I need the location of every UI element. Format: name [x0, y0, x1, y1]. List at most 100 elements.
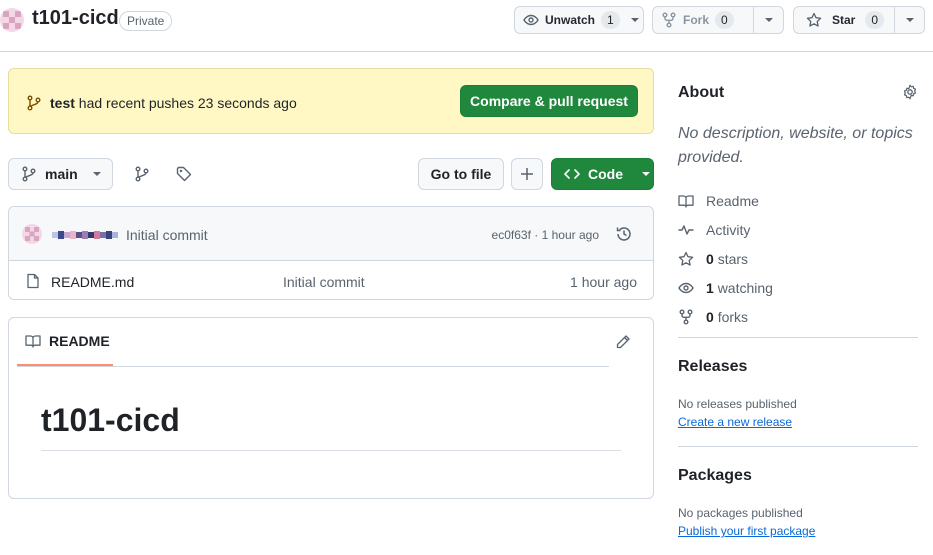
meta-separator: · — [534, 228, 539, 242]
stars-count: 0 — [706, 250, 714, 267]
star-button-group: Star 0 — [793, 6, 925, 34]
tab-readme[interactable]: README — [17, 318, 113, 366]
publish-package-link[interactable]: Publish your first package — [678, 524, 815, 538]
watch-dropdown-button[interactable] — [628, 7, 643, 33]
unwatch-button[interactable]: Unwatch 1 — [515, 7, 628, 33]
releases-note: No releases published — [678, 397, 797, 411]
unwatch-label: Unwatch — [545, 13, 596, 27]
book-icon — [678, 194, 694, 208]
star-counter: 0 — [865, 11, 885, 29]
sidebar-item-label: stars — [717, 250, 749, 267]
tag-icon[interactable] — [176, 166, 192, 182]
sidebar-item-stars[interactable]: 0 stars — [678, 244, 918, 273]
readme-header-divider — [17, 366, 609, 367]
watch-counter: 1 — [601, 11, 620, 29]
sidebar-item-watching[interactable]: 1 watching — [678, 273, 918, 302]
watch-button-group: Unwatch 1 — [514, 6, 644, 34]
sidebar-item-text: 0 stars — [706, 251, 748, 267]
caret-down-icon — [631, 18, 640, 22]
star-label: Star — [832, 13, 856, 27]
plus-icon — [521, 168, 533, 180]
file-commit-message[interactable]: Initial commit — [283, 274, 365, 290]
fork-icon — [662, 12, 676, 28]
packages-heading[interactable]: Packages — [678, 467, 752, 485]
banner-text: test had recent pushes 23 seconds ago — [50, 95, 297, 111]
code-icon — [564, 169, 580, 179]
about-description: No description, website, or topics provi… — [678, 125, 913, 166]
sidebar-item-label: Readme — [706, 192, 759, 209]
readme-heading: t101-cicd — [41, 402, 180, 438]
star-icon — [806, 12, 822, 27]
watching-count: 1 — [706, 279, 714, 296]
branch-selector[interactable]: main — [8, 158, 113, 190]
create-release-link[interactable]: Create a new release — [678, 415, 792, 429]
branches-icon[interactable] — [134, 166, 150, 182]
owner-avatar[interactable] — [0, 8, 24, 32]
book-icon — [25, 335, 41, 348]
about-stats-list: Readme Activity 0 stars 1 watching 0 for… — [678, 186, 918, 331]
compare-pull-request-button[interactable]: Compare & pull request — [460, 85, 638, 117]
forks-count: 0 — [706, 308, 714, 325]
current-branch-label: main — [45, 166, 78, 182]
readme-heading-rule — [41, 450, 621, 451]
star-button[interactable]: Star 0 — [794, 7, 894, 33]
sidebar-item-readme[interactable]: Readme — [678, 186, 918, 215]
sidebar-item-label: Activity — [706, 221, 751, 238]
eye-icon — [523, 14, 539, 26]
packages-note: No packages published — [678, 506, 803, 520]
add-file-button[interactable] — [511, 158, 543, 190]
fork-button-group: Fork 0 — [652, 6, 784, 34]
author-name-redacted[interactable] — [52, 229, 122, 241]
fork-counter: 0 — [715, 11, 734, 29]
eye-icon — [678, 282, 694, 293]
caret-down-icon — [92, 172, 101, 176]
table-row[interactable]: README.md Initial commit 1 hour ago — [9, 261, 653, 299]
sidebar-item-activity[interactable]: Activity — [678, 215, 918, 244]
readme-tab-label: README — [49, 333, 110, 349]
sidebar-item-text: 1 watching — [706, 280, 773, 296]
repo-header: t101-cicd Private Unwatch 1 Fork 0 Star … — [0, 0, 933, 52]
about-heading: About — [678, 84, 725, 101]
gear-icon[interactable] — [902, 84, 918, 100]
sidebar-item-text: 0 forks — [706, 309, 748, 325]
pencil-icon[interactable] — [615, 334, 631, 350]
sidebar-item-forks[interactable]: 0 forks — [678, 302, 918, 331]
commit-time: 1 hour ago — [541, 228, 599, 242]
readme-panel: README t101-cicd — [8, 317, 654, 499]
sidebar-divider — [678, 446, 918, 447]
file-name[interactable]: README.md — [51, 274, 134, 290]
caret-down-icon — [764, 18, 773, 22]
pushed-branch-name[interactable]: test — [50, 95, 75, 111]
code-button-label: Code — [588, 166, 623, 182]
branch-icon — [22, 166, 36, 182]
sidebar-divider — [678, 337, 918, 338]
fork-icon — [679, 309, 693, 324]
star-dropdown-button[interactable] — [894, 7, 924, 33]
file-icon — [27, 273, 39, 289]
branch-icon — [27, 95, 41, 111]
latest-commit-row: Initial commit ec0f63f · 1 hour ago — [9, 207, 653, 261]
releases-heading[interactable]: Releases — [678, 358, 747, 376]
banner-message: had recent pushes 23 seconds ago — [78, 95, 297, 111]
caret-down-icon — [642, 172, 650, 176]
commit-hash[interactable]: ec0f63f — [492, 228, 531, 242]
recent-push-banner: test had recent pushes 23 seconds ago Co… — [8, 68, 654, 134]
file-commit-time: 1 hour ago — [570, 274, 637, 290]
pulse-icon — [678, 224, 694, 235]
fork-dropdown-button[interactable] — [753, 7, 783, 33]
sidebar-item-label: watching — [717, 279, 773, 296]
latest-commit-meta: ec0f63f · 1 hour ago — [492, 228, 599, 242]
go-to-file-button[interactable]: Go to file — [418, 158, 504, 190]
author-avatar[interactable] — [22, 224, 42, 244]
caret-down-icon — [905, 18, 914, 22]
sidebar-item-label: forks — [717, 308, 749, 325]
visibility-badge: Private — [119, 11, 173, 31]
star-icon — [678, 251, 694, 266]
latest-commit-message[interactable]: Initial commit — [126, 227, 208, 243]
fork-label: Fork — [683, 13, 710, 27]
code-button[interactable]: Code — [551, 158, 654, 190]
fork-button[interactable]: Fork 0 — [653, 7, 753, 33]
repo-name[interactable]: t101-cicd — [32, 7, 119, 30]
file-table: Initial commit ec0f63f · 1 hour ago READ… — [8, 206, 654, 300]
history-icon[interactable] — [615, 225, 633, 243]
